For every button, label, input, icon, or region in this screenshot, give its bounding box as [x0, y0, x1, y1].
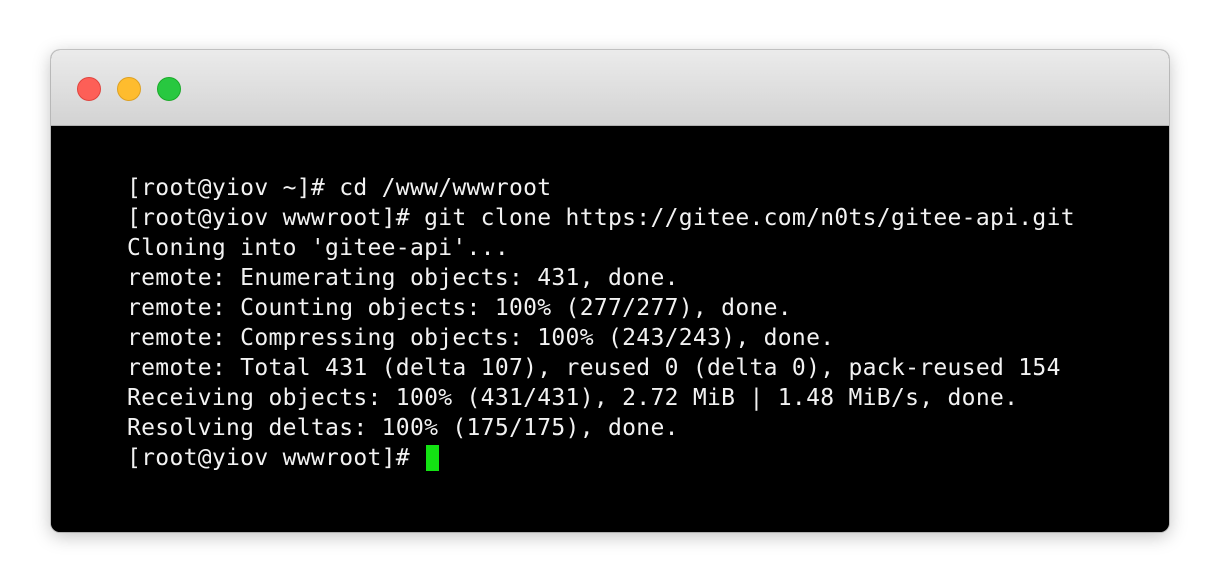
close-button[interactable] [77, 77, 101, 101]
terminal-window: [root@yiov ~]# cd /www/wwwroot [root@yio… [51, 50, 1169, 532]
terminal-lines: [root@yiov ~]# cd /www/wwwroot [root@yio… [127, 173, 1075, 473]
shell-prompt: [root@yiov wwwroot]# [127, 445, 425, 471]
terminal-line: remote: Enumerating objects: 431, done. [127, 265, 679, 291]
prompt-line[interactable]: [root@yiov wwwroot]# [127, 443, 1075, 473]
terminal-line: Resolving deltas: 100% (175/175), done. [127, 415, 679, 441]
terminal-line: remote: Counting objects: 100% (277/277)… [127, 295, 792, 321]
terminal-line: remote: Compressing objects: 100% (243/2… [127, 325, 835, 351]
terminal-output[interactable]: [root@yiov ~]# cd /www/wwwroot [root@yio… [51, 126, 1169, 532]
zoom-button[interactable] [157, 77, 181, 101]
terminal-line: [root@yiov ~]# cd /www/wwwroot [127, 175, 552, 201]
terminal-line: Cloning into 'gitee-api'... [127, 235, 509, 261]
text-cursor [426, 445, 440, 471]
terminal-line: remote: Total 431 (delta 107), reused 0 … [127, 355, 1061, 381]
terminal-line: Receiving objects: 100% (431/431), 2.72 … [127, 385, 1019, 411]
terminal-line: [root@yiov wwwroot]# git clone https://g… [127, 205, 1075, 231]
title-bar[interactable] [51, 50, 1169, 126]
minimize-button[interactable] [117, 77, 141, 101]
